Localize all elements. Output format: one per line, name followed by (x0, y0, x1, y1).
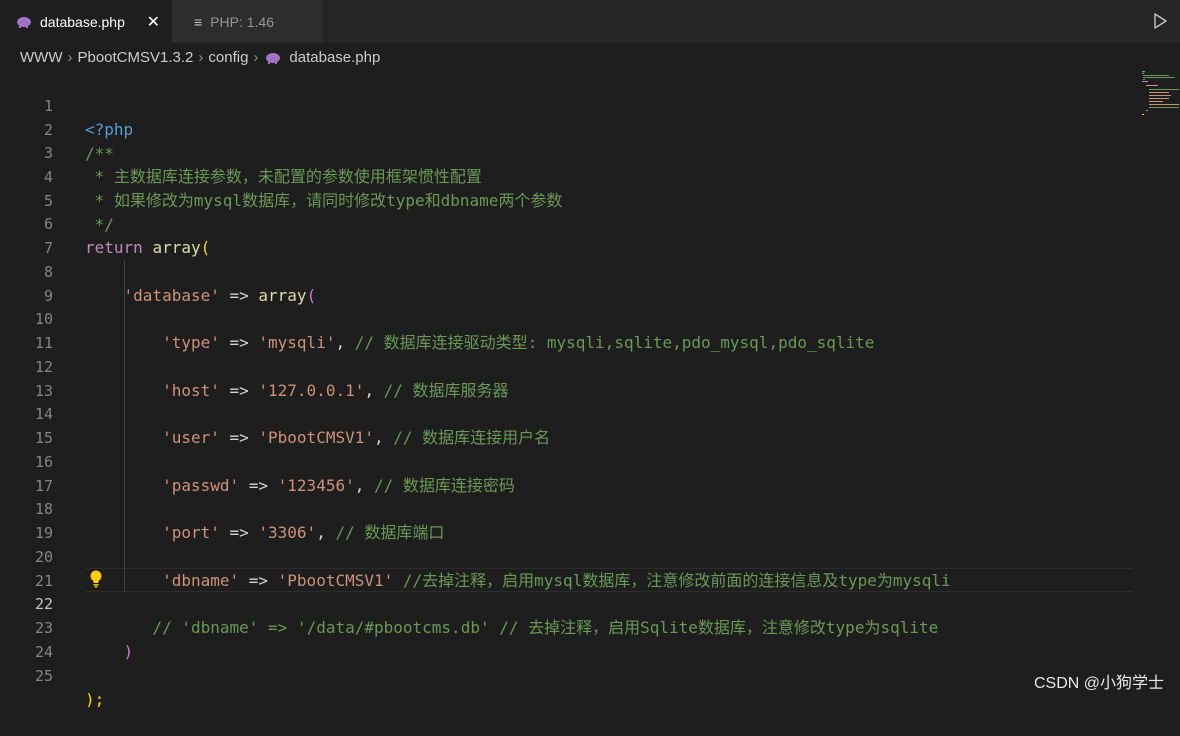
code-line: 1 <?php (0, 70, 1140, 139)
chevron-right-icon: › (198, 49, 204, 66)
code-editor[interactable]: 1 <?php 2 /** 3 * 主数据库连接参数，未配置的参数使用框架惯性配… (0, 70, 1180, 709)
tab-bar: database.php ✕ ≡ PHP: 1.46 (0, 0, 1180, 43)
code-line: 11 (0, 307, 1140, 352)
code-line: 20 'dbname' => 'PbootCMSV1' //去掉注释，启用mys… (0, 521, 1140, 590)
code-line: 21 (0, 545, 1140, 590)
php-elephant-icon (266, 52, 281, 64)
breadcrumb-item-file[interactable]: database.php (289, 49, 380, 66)
code-line: 15 (0, 402, 1140, 447)
code-line: 8 'database' => array( (0, 236, 1140, 305)
code-line: 5 */ (0, 165, 1140, 234)
breadcrumb-item-config[interactable]: config (208, 49, 248, 66)
bracket: ); (85, 690, 105, 709)
code-line: 23 ) (0, 592, 1140, 661)
code-line: 4 * 如果修改为mysql数据库，请同时修改type和dbname两个参数 (0, 141, 1140, 210)
code-line: 16 'passwd' => '123456', // 数据库连接密码 (0, 426, 1140, 495)
output-icon: ≡ (194, 13, 203, 30)
line-number: 25 (34, 667, 53, 685)
code-line: 13 (0, 355, 1140, 400)
tab-database-php[interactable]: database.php ✕ (0, 0, 172, 43)
tab-php-output[interactable]: ≡ PHP: 1.46 (172, 0, 322, 43)
code-line-current: 22 // 'dbname' => '/data/#pbootcms.db' /… (0, 568, 1140, 637)
code-line: 9 (0, 260, 1140, 305)
code-line: 3 * 主数据库连接参数，未配置的参数使用框架惯性配置 (0, 117, 1140, 186)
code-line: 12 'host' => '127.0.0.1', // 数据库服务器 (0, 331, 1140, 400)
code-line: 24 (0, 616, 1140, 661)
close-icon[interactable]: ✕ (147, 12, 160, 32)
minimap[interactable] (1141, 70, 1180, 122)
code-line: 17 (0, 450, 1140, 495)
breadcrumb-item-project[interactable]: PbootCMSV1.3.2 (77, 49, 193, 66)
tab-label: PHP: 1.46 (210, 13, 274, 30)
code-line: 19 (0, 497, 1140, 542)
code-line: 18 'port' => '3306', // 数据库端口 (0, 473, 1140, 542)
breadcrumb: WWW › PbootCMSV1.3.2 › config › database… (0, 43, 1180, 72)
chevron-right-icon: › (253, 49, 259, 66)
code-line: 25 ); (0, 640, 1140, 709)
chevron-right-icon: › (67, 49, 73, 66)
code-line: 10 'type' => 'mysqli', // 数据库连接驱动类型: mys… (0, 283, 1140, 352)
code-line: 2 /** (0, 94, 1140, 163)
code-line: 7 (0, 212, 1140, 257)
php-elephant-icon (17, 16, 31, 28)
code-line: 14 'user' => 'PbootCMSV1', // 数据库连接用户名 (0, 378, 1140, 447)
tab-label: database.php (40, 13, 125, 30)
watermark: CSDN @小狗学士 (1033, 675, 1164, 692)
lightbulb-icon[interactable] (89, 570, 103, 588)
code-text: ); (85, 688, 104, 712)
run-icon[interactable] (1152, 13, 1168, 29)
breadcrumb-item-www[interactable]: WWW (20, 49, 62, 66)
code-line: 6 return array( (0, 188, 1140, 257)
